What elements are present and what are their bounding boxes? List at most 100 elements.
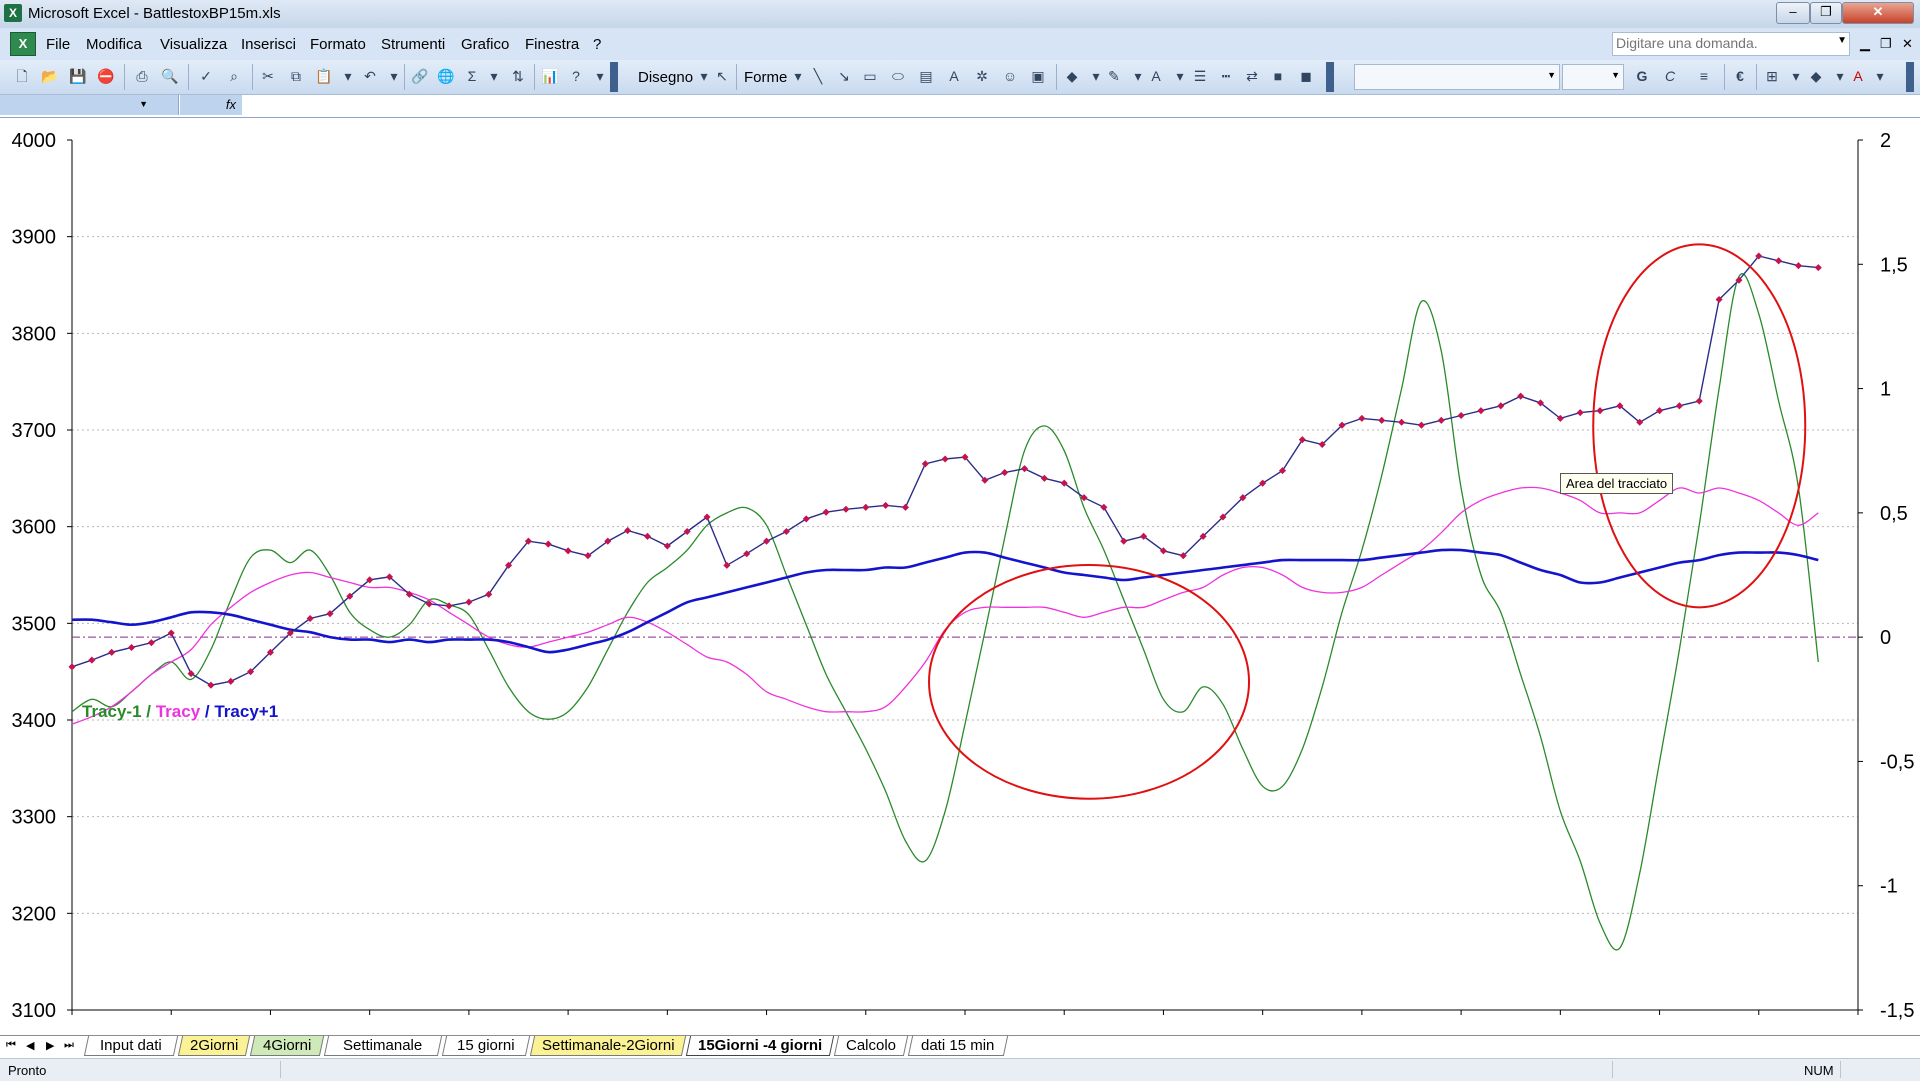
toolbar-grip[interactable] [1906,62,1914,92]
dash-style-icon[interactable]: ┅ [1216,66,1236,86]
drawing-menu-button[interactable]: Disegno [638,69,693,86]
insert-function-icon[interactable]: fx [180,95,242,115]
arrow-tool-icon[interactable]: ↘ [834,66,854,86]
chevron-down-icon[interactable]: ▾ [1830,66,1850,86]
chevron-down-icon[interactable]: ▼ [1611,70,1620,80]
sheet-tab[interactable]: Settimanale-2Giorni [529,1036,687,1056]
fill-color-icon[interactable]: ◆ [1062,66,1082,86]
hyperlink-icon[interactable]: 🔗 [410,66,430,86]
toolbar-grip[interactable] [1326,62,1334,92]
sheet-tab[interactable]: 2Giorni [177,1036,251,1056]
menu-inserisci[interactable]: Inserisci [241,36,296,53]
clipart-icon[interactable]: ☺ [1000,66,1020,86]
shapes-menu-button[interactable]: Forme [744,69,787,86]
chevron-down-icon[interactable]: ▾ [1170,66,1190,86]
globe-icon[interactable]: 🌐 [436,66,456,86]
font-name-select[interactable]: ▼ [1354,64,1560,90]
help-search-box[interactable]: ▼ [1612,32,1850,56]
help-icon[interactable]: ? [566,66,586,86]
arrow-style-icon[interactable]: ⇄ [1242,66,1262,86]
chevron-down-icon[interactable]: ▼ [139,99,148,109]
sheet-tab[interactable]: 15 giorni [441,1036,531,1056]
cut-icon[interactable]: ✂ [258,66,278,86]
3d-style-icon[interactable]: ◼ [1296,66,1316,86]
italic-button[interactable]: C [1660,66,1680,86]
rectangle-tool-icon[interactable]: ▭ [860,66,880,86]
excel-app-icon[interactable]: X [4,4,22,22]
line-color-icon[interactable]: ✎ [1104,66,1124,86]
permission-icon[interactable]: ⛔ [96,66,116,86]
copy-icon[interactable]: ⧉ [286,66,306,86]
paste-icon[interactable]: 📋 [314,66,334,86]
autosum-icon[interactable]: Σ [462,66,482,86]
sheet-tab[interactable]: 15Giorni -4 giorni [685,1036,835,1056]
chevron-down-icon[interactable]: ▾ [788,66,808,86]
picture-icon[interactable]: ▣ [1028,66,1048,86]
help-search-input[interactable] [1613,33,1816,53]
research-icon[interactable]: ⌕ [224,66,244,86]
select-pointer-icon[interactable]: ↖ [712,66,732,86]
workbook-minimize-button[interactable]: ▁ [1860,36,1870,52]
menu-visualizza[interactable]: Visualizza [160,36,227,53]
chart-area[interactable]: 4000 3900 3800 3700 3600 3500 3400 3300 3200 3100… [0,118,1920,1035]
bold-button[interactable]: G [1632,66,1652,86]
sort-icon[interactable]: ⇅ [508,66,528,86]
toolbar-grip[interactable] [610,62,618,92]
chevron-down-icon[interactable]: ▾ [384,66,404,86]
name-box[interactable]: ▼ [0,95,179,115]
menu-finestra[interactable]: Finestra [525,36,579,53]
first-sheet-icon[interactable]: ⏮ [6,1039,16,1052]
font-size-select[interactable]: ▼ [1562,64,1624,90]
chevron-down-icon[interactable]: ▾ [590,66,610,86]
undo-icon[interactable]: ↶ [360,66,380,86]
font-color-icon[interactable]: A [1848,66,1868,86]
textbox-tool-icon[interactable]: ▤ [916,66,936,86]
chevron-down-icon[interactable]: ▾ [1870,66,1890,86]
chart-plot[interactable]: 4000 3900 3800 3700 3600 3500 3400 3300 3200 3100… [0,118,1920,1035]
print-icon[interactable]: ⎙ [132,66,152,86]
chevron-down-icon[interactable]: ▾ [1086,66,1106,86]
spelling-icon[interactable]: ✓ [196,66,216,86]
shadow-icon[interactable]: ■ [1268,66,1288,86]
borders-icon[interactable]: ⊞ [1762,66,1782,86]
workbook-close-button[interactable]: ✕ [1902,36,1913,52]
chart-wizard-icon[interactable]: 📊 [540,66,560,86]
menu-modifica[interactable]: Modifica [86,36,142,53]
line-style-icon[interactable]: ☰ [1190,66,1210,86]
chevron-down-icon[interactable]: ▼ [1547,70,1556,80]
save-icon[interactable]: 💾 [68,66,88,86]
sheet-tab[interactable]: Settimanale [323,1036,443,1056]
sheet-tab[interactable]: Calcolo [833,1036,909,1056]
chevron-down-icon[interactable]: ▾ [338,66,358,86]
chevron-down-icon[interactable]: ▾ [484,66,504,86]
minimize-button[interactable]: ‒ [1776,2,1810,24]
align-center-icon[interactable]: ≡ [1694,66,1714,86]
menu-file[interactable]: File [46,36,70,53]
menu-formato[interactable]: Formato [310,36,366,53]
close-button[interactable]: ✕ [1842,2,1914,24]
workbook-icon[interactable]: X [10,32,36,56]
chevron-down-icon[interactable]: ▾ [1128,66,1148,86]
sheet-tab[interactable]: Input dati [83,1036,179,1056]
menu-strumenti[interactable]: Strumenti [381,36,445,53]
print-preview-icon[interactable]: 🔍 [160,66,180,86]
ellipse-tool-icon[interactable]: ⬭ [888,66,908,86]
diagram-icon[interactable]: ✲ [972,66,992,86]
wordart-icon[interactable]: A [944,66,964,86]
menu-help[interactable]: ? [593,36,601,53]
next-sheet-icon[interactable]: ▶ [46,1039,54,1052]
chevron-down-icon[interactable]: ▼ [1837,35,1847,46]
sheet-tab[interactable]: 4Giorni [249,1036,325,1056]
fill-color-icon[interactable]: ◆ [1806,66,1826,86]
last-sheet-icon[interactable]: ⏭ [64,1039,74,1052]
chevron-down-icon[interactable]: ▾ [694,66,714,86]
maximize-button[interactable]: ❐ [1810,2,1842,24]
euro-button[interactable]: € [1730,66,1750,86]
previous-sheet-icon[interactable]: ◀ [26,1039,34,1052]
sheet-tab[interactable]: dati 15 min [907,1036,1009,1056]
chevron-down-icon[interactable]: ▾ [1786,66,1806,86]
font-color-icon[interactable]: A [1146,66,1166,86]
open-folder-icon[interactable]: 📂 [40,66,60,86]
menu-grafico[interactable]: Grafico [461,36,509,53]
new-document-icon[interactable]: 🗋 [12,66,32,86]
